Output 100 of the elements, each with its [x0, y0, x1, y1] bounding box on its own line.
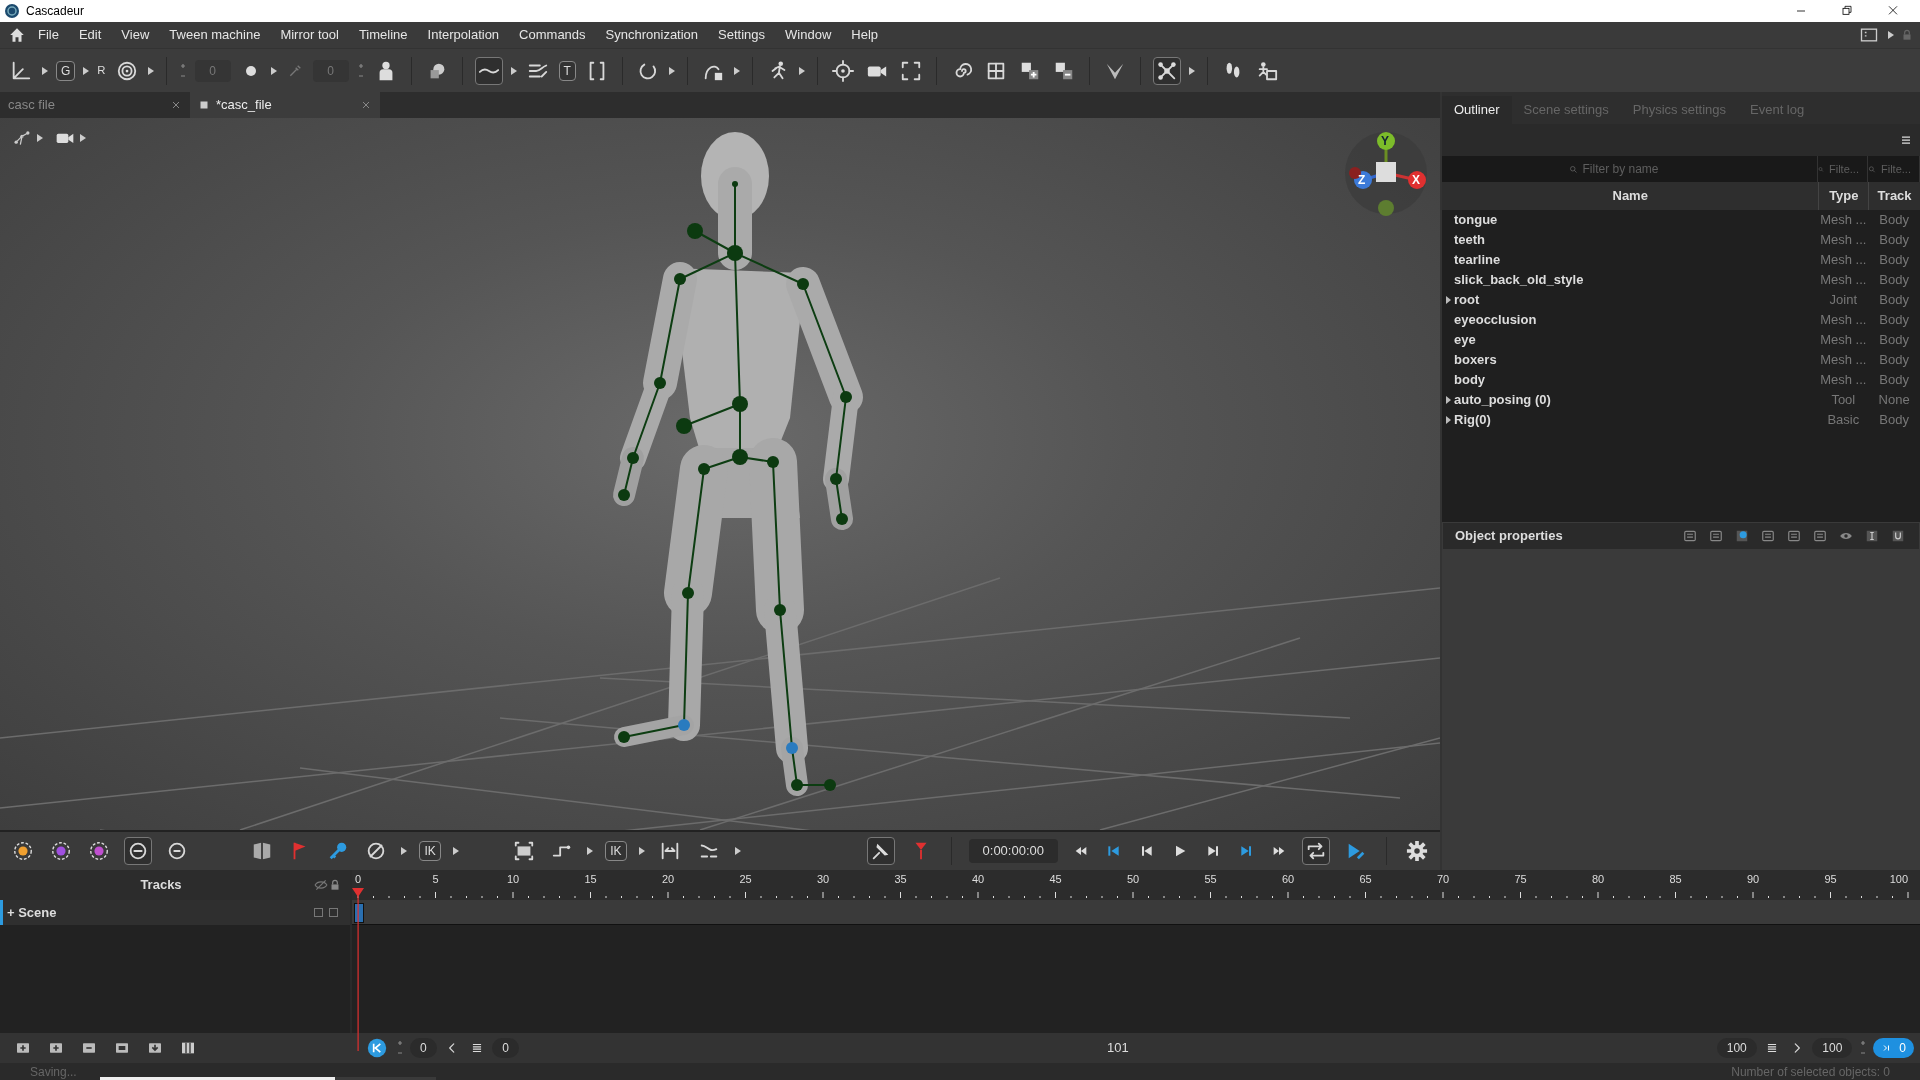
object-track: Body — [1879, 252, 1909, 268]
menu-item[interactable]: Help — [841, 23, 889, 47]
dropdown-arrow-icon[interactable] — [668, 66, 675, 75]
ik-button[interactable]: IK — [419, 841, 441, 861]
keyframe-block[interactable] — [354, 903, 364, 923]
object-name[interactable]: root — [1454, 290, 1480, 310]
frame-number: 35 — [894, 872, 907, 887]
frame-number: 80 — [1591, 872, 1605, 887]
dropdown-arrow-icon[interactable] — [1188, 66, 1195, 75]
target-icon[interactable] — [829, 57, 856, 84]
menu-icon[interactable] — [1900, 134, 1912, 146]
expand-arrow-icon[interactable] — [1445, 396, 1451, 404]
object-type: Basic — [1827, 412, 1860, 428]
frame-number: 70 — [1436, 872, 1450, 887]
axis-label: X — [1412, 172, 1420, 188]
object-name[interactable]: Rig(0) — [1454, 410, 1491, 430]
object-name[interactable]: tongue — [1454, 210, 1498, 230]
object-name[interactable]: auto_posing (0) — [1454, 390, 1551, 410]
mode-superscript: R — [97, 62, 106, 78]
menu-item[interactable]: View — [111, 23, 160, 47]
object-type: Joint — [1829, 292, 1858, 308]
menu-item[interactable]: Synchronization — [595, 23, 709, 47]
menu-item[interactable]: Interpolation — [417, 23, 510, 47]
spinner-icon[interactable] — [356, 62, 365, 79]
dropdown-arrow-icon[interactable] — [83, 66, 90, 75]
spinner-icon[interactable] — [1858, 1040, 1867, 1056]
menu-item[interactable]: File — [28, 23, 69, 47]
jump-start-icon[interactable] — [365, 1036, 389, 1060]
end-frame-field[interactable]: 100 — [1716, 1038, 1757, 1058]
graph-icon[interactable] — [1152, 56, 1181, 85]
dropdown-arrow-icon[interactable] — [270, 66, 277, 75]
frame-number: 10 — [506, 872, 520, 887]
pin-icon[interactable] — [866, 837, 895, 865]
frame-number: 0 — [354, 872, 362, 887]
text-tool-button[interactable]: T — [558, 60, 576, 81]
object-name[interactable]: teeth — [1454, 230, 1486, 250]
menu-item[interactable]: Tween machine — [159, 23, 271, 47]
object-name[interactable]: tearline — [1454, 250, 1501, 270]
frame-number: 45 — [1049, 872, 1062, 887]
object-name[interactable]: eyeocclusion — [1454, 310, 1537, 330]
object-track: Body — [1879, 212, 1909, 228]
dropdown-arrow-icon[interactable] — [147, 66, 154, 75]
curve-icon[interactable] — [474, 56, 503, 85]
hidden-eye-icon[interactable] — [314, 878, 328, 892]
filter-field[interactable]: Filter by name — [1580, 159, 1691, 179]
object-name[interactable]: boxers — [1454, 350, 1497, 370]
column-header[interactable]: Name — [1442, 182, 1819, 210]
object-name[interactable]: slick_back_old_style — [1454, 270, 1584, 290]
dropdown-arrow-icon[interactable] — [510, 66, 517, 75]
object-type: Mesh ... — [1820, 272, 1867, 288]
settings-icon[interactable] — [1404, 838, 1430, 864]
lock-checkbox[interactable] — [329, 908, 338, 917]
spinner-icon[interactable] — [395, 1040, 404, 1056]
dropdown-arrow-icon[interactable] — [798, 66, 805, 75]
column-header[interactable]: Track — [1868, 182, 1920, 210]
dropdown-arrow-icon[interactable] — [37, 134, 44, 142]
frame-number: 85 — [1669, 872, 1682, 887]
menu-item[interactable]: Window — [775, 23, 842, 47]
dropdown-arrow-icon[interactable] — [733, 66, 740, 75]
menu-item[interactable]: Edit — [68, 23, 112, 47]
start-frame-field[interactable]: 0 — [492, 1038, 519, 1058]
menu-item[interactable]: Timeline — [348, 23, 418, 47]
tab-label: *casc_file — [216, 96, 273, 115]
window-title: Cascadeur — [26, 3, 85, 20]
panel-tab[interactable]: Outliner — [1442, 96, 1512, 124]
mode-button[interactable]: G — [56, 60, 76, 81]
menu-item[interactable]: Commands — [509, 23, 596, 47]
menu-item[interactable]: Mirror tool — [270, 23, 349, 47]
object-type: Mesh ... — [1820, 312, 1867, 328]
document-tab[interactable]: *casc_file — [190, 92, 380, 118]
dropdown-arrow-icon[interactable] — [401, 847, 408, 855]
frame-number: 15 — [584, 872, 597, 887]
visibility-checkbox[interactable] — [313, 908, 323, 917]
dropdown-arrow-icon[interactable] — [734, 847, 741, 855]
dropdown-arrow-icon[interactable] — [1887, 31, 1894, 39]
object-name[interactable]: body — [1454, 370, 1486, 390]
ik-button[interactable]: IK — [605, 841, 627, 861]
filter-field[interactable]: Filte... — [1827, 159, 1867, 179]
end-value-field[interactable]: 100 — [1812, 1038, 1853, 1058]
column-header[interactable]: Type — [1818, 182, 1869, 210]
menu-item[interactable]: Settings — [708, 23, 776, 47]
time-display: 0:00:00:00 — [968, 839, 1058, 863]
repeat-icon[interactable] — [1302, 837, 1330, 865]
object-track: Body — [1879, 372, 1909, 388]
start-offset-field[interactable]: 0 — [410, 1038, 437, 1058]
close-icon[interactable] — [360, 99, 372, 111]
dropdown-arrow-icon[interactable] — [587, 847, 594, 855]
object-type: Mesh ... — [1820, 232, 1867, 248]
filter-field[interactable]: Filte... — [1879, 159, 1919, 179]
status-text: Saving... — [30, 1063, 77, 1080]
close-icon[interactable] — [170, 99, 182, 111]
object-track: Body — [1879, 352, 1909, 368]
dropdown-arrow-icon[interactable] — [638, 847, 645, 855]
object-name[interactable]: eye — [1454, 330, 1476, 350]
expand-arrow-icon[interactable] — [1445, 416, 1451, 424]
dropdown-arrow-icon[interactable] — [42, 66, 48, 75]
spinner-icon[interactable] — [178, 62, 187, 79]
dropdown-arrow-icon[interactable] — [452, 847, 459, 855]
expand-arrow-icon[interactable] — [1445, 296, 1451, 304]
dropdown-arrow-icon[interactable] — [80, 134, 87, 142]
